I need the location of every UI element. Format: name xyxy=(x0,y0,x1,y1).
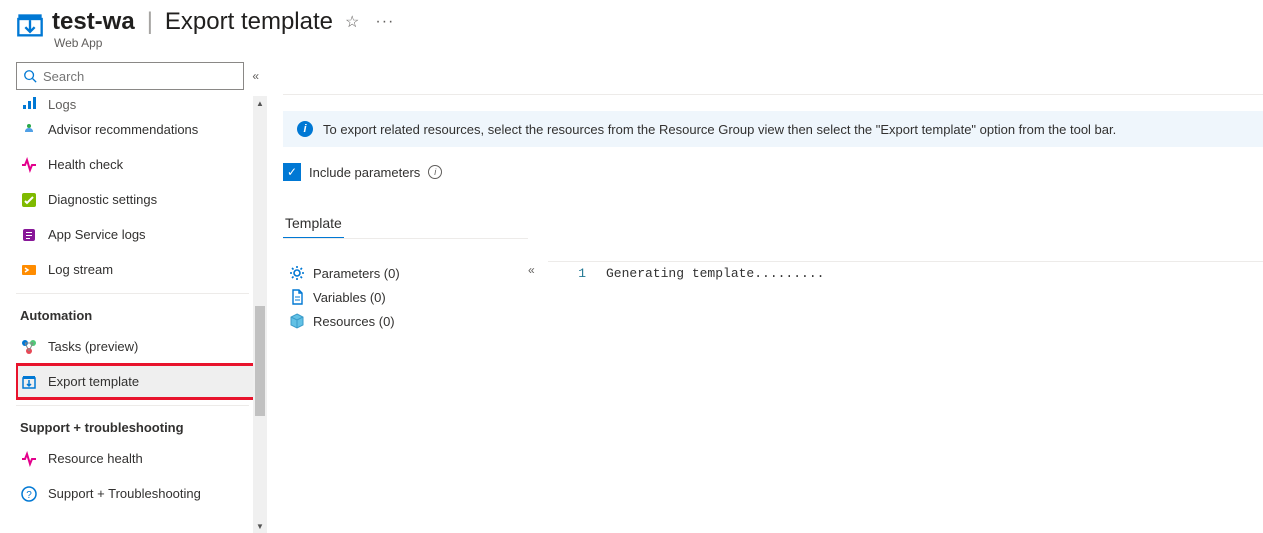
sidebar-item-health-check[interactable]: Health check xyxy=(16,147,257,182)
scroll-thumb[interactable] xyxy=(255,306,265,416)
sidebar-item-label: Health check xyxy=(48,157,123,172)
main-content: i To export related resources, select th… xyxy=(267,62,1263,533)
advisor-icon xyxy=(20,121,38,139)
resource-name: test-wa xyxy=(52,8,135,36)
logs-icon xyxy=(20,96,38,112)
tree-item-label: Resources (0) xyxy=(313,314,395,329)
collapse-tree-icon[interactable]: « xyxy=(528,261,548,333)
health-check-icon xyxy=(20,156,38,174)
editor-gutter: 1 xyxy=(548,262,598,333)
collapse-sidebar-icon[interactable]: « xyxy=(252,69,259,83)
sidebar-item-label: Export template xyxy=(48,374,139,389)
sidebar-item-logs[interactable]: Logs xyxy=(16,96,257,112)
resource-health-icon xyxy=(20,450,38,468)
gear-icon xyxy=(289,265,305,281)
line-number: 1 xyxy=(548,266,586,281)
favorite-star-icon[interactable]: ☆ xyxy=(341,8,363,36)
page-title: Export template xyxy=(165,8,333,36)
sidebar-item-log-stream[interactable]: Log stream xyxy=(16,252,257,287)
sidebar-scrollbar[interactable]: ▲ ▼ xyxy=(253,96,267,533)
tree-item-label: Parameters (0) xyxy=(313,266,400,281)
tree-item-parameters[interactable]: Parameters (0) xyxy=(289,261,528,285)
tasks-icon xyxy=(20,338,38,356)
sidebar-item-label: Tasks (preview) xyxy=(48,339,138,354)
cube-icon xyxy=(289,313,305,329)
editor-code: Generating template......... xyxy=(598,262,824,333)
sidebar-item-diagnostic-settings[interactable]: Diagnostic settings xyxy=(16,182,257,217)
sidebar-item-app-service-logs[interactable]: App Service logs xyxy=(16,217,257,252)
nav-group-automation: Automation xyxy=(16,294,257,329)
sidebar-item-label: Advisor recommendations xyxy=(48,122,198,137)
tree-item-resources[interactable]: Resources (0) xyxy=(289,309,528,333)
editor-line: Generating template......... xyxy=(606,266,824,281)
sidebar-item-label: App Service logs xyxy=(48,227,146,242)
log-stream-icon xyxy=(20,261,38,279)
resource-type-label: Web App xyxy=(54,36,398,50)
info-banner: i To export related resources, select th… xyxy=(283,111,1263,147)
app-service-logs-icon xyxy=(20,226,38,244)
document-icon xyxy=(289,289,305,305)
nav-group-support: Support + troubleshooting xyxy=(16,406,257,441)
template-tree: Parameters (0) Variables (0) Resources (… xyxy=(283,261,528,333)
sidebar-item-advisor-recommendations[interactable]: Advisor recommendations xyxy=(16,112,257,147)
scroll-up-icon[interactable]: ▲ xyxy=(253,96,267,110)
template-editor[interactable]: 1 Generating template......... xyxy=(548,261,1263,333)
sidebar-item-resource-health[interactable]: Resource health xyxy=(16,441,257,476)
info-banner-text: To export related resources, select the … xyxy=(323,122,1116,137)
sidebar-item-label: Resource health xyxy=(48,451,143,466)
sidebar-item-support-troubleshooting[interactable]: ? Support + Troubleshooting xyxy=(16,476,257,511)
tree-item-variables[interactable]: Variables (0) xyxy=(289,285,528,309)
support-icon: ? xyxy=(20,485,38,503)
include-parameters-checkbox[interactable]: ✓ xyxy=(283,163,301,181)
tree-item-label: Variables (0) xyxy=(313,290,386,305)
search-input[interactable] xyxy=(43,69,237,84)
svg-text:?: ? xyxy=(26,490,32,501)
sidebar-item-label: Diagnostic settings xyxy=(48,192,157,207)
sidebar-item-export-template[interactable]: Export template xyxy=(16,364,257,399)
sidebar-search[interactable] xyxy=(16,62,244,90)
sidebar-item-label: Logs xyxy=(48,97,76,112)
tab-template[interactable]: Template xyxy=(283,209,344,239)
search-icon xyxy=(23,69,37,83)
toolbar-divider xyxy=(283,94,1263,95)
webapp-icon xyxy=(16,12,44,40)
export-template-icon xyxy=(20,373,38,391)
tabs-underline xyxy=(283,238,528,239)
more-actions-icon[interactable]: ··· xyxy=(371,9,398,35)
sidebar-item-tasks-preview[interactable]: Tasks (preview) xyxy=(16,329,257,364)
info-icon: i xyxy=(297,121,313,137)
sidebar-item-label: Support + Troubleshooting xyxy=(48,486,201,501)
include-parameters-info-icon[interactable]: i xyxy=(428,165,442,179)
page-header: test-wa | Export template ☆ ··· Web App xyxy=(0,0,1263,62)
sidebar-item-label: Log stream xyxy=(48,262,113,277)
title-separator: | xyxy=(147,8,153,36)
sidebar: « Logs Advisor recommendations xyxy=(0,62,267,533)
diagnostic-settings-icon xyxy=(20,191,38,209)
include-parameters-label: Include parameters xyxy=(309,165,420,180)
